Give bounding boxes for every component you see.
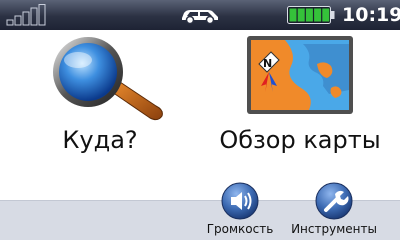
map-icon: N xyxy=(247,36,353,114)
volume-button[interactable]: Громкость xyxy=(192,182,288,240)
where-to-label: Куда? xyxy=(62,126,138,154)
battery-icon[interactable] xyxy=(287,6,335,24)
tools-label: Инструменты xyxy=(291,222,377,236)
svg-text:N: N xyxy=(263,57,272,70)
volume-label: Громкость xyxy=(206,222,274,236)
battery-cell xyxy=(322,8,330,22)
gps-signal-bars-icon[interactable] xyxy=(6,4,50,26)
device-screen: 10:19 Куда? N Обзор карты Громкость Инст… xyxy=(0,0,400,240)
where-to-button[interactable]: Куда? xyxy=(0,34,200,166)
view-map-label: Обзор карты xyxy=(219,126,381,154)
clock-time: 10:19 xyxy=(342,4,400,26)
car-icon[interactable] xyxy=(178,5,222,25)
battery-cell xyxy=(289,8,297,22)
status-bar: 10:19 xyxy=(0,0,400,30)
view-map-button[interactable]: N Обзор карты xyxy=(200,34,400,166)
wrench-icon xyxy=(315,182,353,220)
tools-button[interactable]: Инструменты xyxy=(286,182,382,240)
battery-cell xyxy=(305,8,313,22)
battery-cell xyxy=(297,8,305,22)
speaker-icon xyxy=(221,182,259,220)
magnifier-icon xyxy=(53,37,163,121)
battery-cell xyxy=(314,8,322,22)
